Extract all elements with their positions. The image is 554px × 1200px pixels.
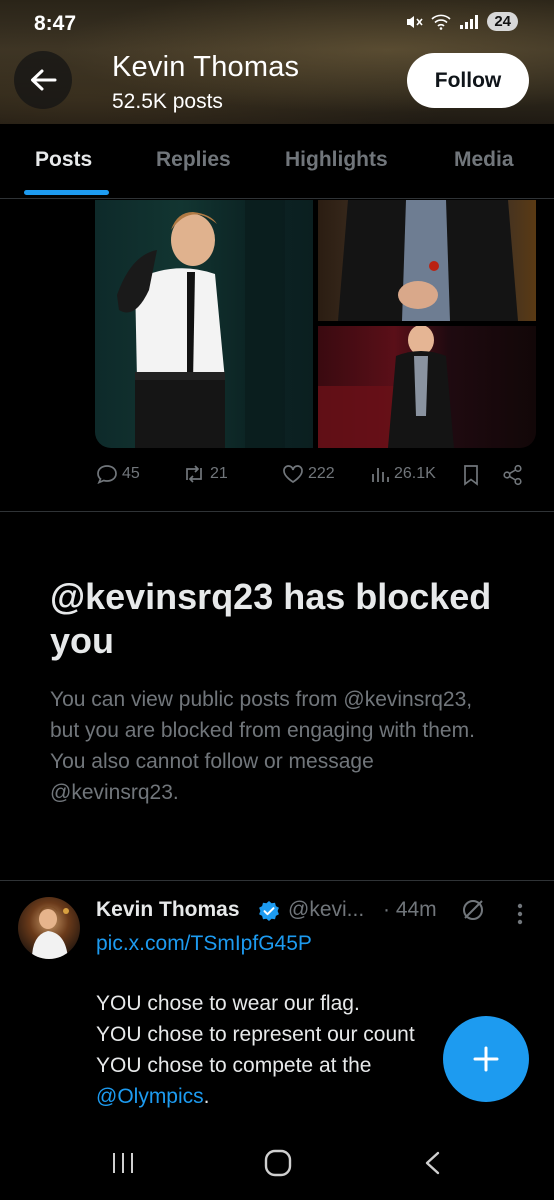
repost-icon: [186, 465, 202, 483]
arrow-left-icon: [31, 69, 57, 91]
tweet-media-link[interactable]: pic.x.com/TSmIpfG45P: [96, 932, 312, 956]
avatar-photo: [32, 906, 69, 959]
active-tab-indicator: [24, 190, 109, 195]
tab-replies[interactable]: Replies: [156, 148, 231, 172]
status-icons: 24: [405, 12, 518, 31]
home-icon[interactable]: [263, 1148, 293, 1178]
bookmark-icon: [464, 465, 478, 486]
tab-posts[interactable]: Posts: [35, 148, 92, 172]
reply-action[interactable]: 45: [96, 464, 140, 484]
bookmark-action[interactable]: [462, 464, 480, 486]
repost-count: 21: [210, 465, 228, 482]
person-photo-blazer: [338, 200, 518, 321]
status-time: 8:47: [34, 12, 77, 35]
follow-button[interactable]: Follow: [407, 53, 529, 108]
views-count: 26.1K: [394, 465, 436, 482]
tweet-mention-suffix: .: [203, 1085, 210, 1108]
tweet-text: YOU chose to wear our flag. YOU chose to…: [96, 988, 466, 1112]
tweet-line: YOU chose to compete at the: [96, 1054, 372, 1077]
like-count: 222: [308, 465, 335, 482]
cell-signal-icon: [460, 14, 479, 29]
reply-count: 45: [122, 465, 140, 482]
divider: [0, 511, 554, 512]
slash-circle-icon[interactable]: [460, 897, 486, 923]
tweet-line: YOU chose to wear our flag.: [96, 992, 360, 1015]
plus-icon: [473, 1046, 499, 1072]
battery-indicator: 24: [487, 12, 518, 31]
profile-tabs: Posts Replies Highlights Media: [0, 124, 554, 199]
more-vertical-icon[interactable]: [515, 902, 525, 926]
post-action-bar: 45 21 222 26.1K: [96, 462, 536, 492]
share-action[interactable]: [502, 464, 524, 486]
person-photo-suit: [117, 200, 285, 448]
profile-posts-count: 52.5K posts: [112, 90, 223, 113]
back-nav-icon[interactable]: [422, 1150, 444, 1176]
share-icon: [503, 464, 522, 486]
avatar[interactable]: [18, 897, 80, 959]
views-action[interactable]: 26.1K: [370, 464, 436, 484]
verified-badge-icon: [259, 901, 279, 921]
tweet-line: YOU chose to represent our count: [96, 1023, 415, 1046]
repost-action[interactable]: 21: [182, 464, 228, 484]
person-photo-stage: [318, 326, 454, 448]
blocked-description: You can view public posts from @kevinsrq…: [50, 688, 475, 804]
tweet-mention[interactable]: @Olympics: [96, 1085, 204, 1108]
reply-icon: [97, 465, 117, 484]
post-media-image-1[interactable]: [95, 200, 313, 448]
tweet-timestamp: · 44m: [383, 898, 437, 921]
recent-apps-icon[interactable]: [110, 1150, 136, 1176]
system-navigation-bar: [0, 1130, 554, 1200]
post-media-image-2[interactable]: [318, 200, 536, 321]
tweet-author-handle[interactable]: @kevi...: [288, 898, 364, 922]
compose-button[interactable]: [443, 1016, 529, 1102]
profile-name: Kevin Thomas: [112, 51, 300, 83]
heart-icon: [283, 465, 303, 483]
mute-icon: [407, 15, 423, 28]
tweet-author-name[interactable]: Kevin Thomas: [96, 898, 240, 922]
blocked-title: @kevinsrq23 has blocked you: [50, 576, 492, 661]
like-action[interactable]: 222: [282, 464, 335, 484]
tab-highlights[interactable]: Highlights: [285, 148, 388, 172]
back-button[interactable]: [14, 51, 72, 109]
post-media-image-3[interactable]: [318, 326, 536, 448]
wifi-icon: [431, 14, 451, 30]
views-icon: [372, 468, 389, 482]
status-bar: 8:47 24: [0, 0, 554, 44]
divider: [0, 880, 554, 881]
tab-media[interactable]: Media: [454, 148, 514, 172]
